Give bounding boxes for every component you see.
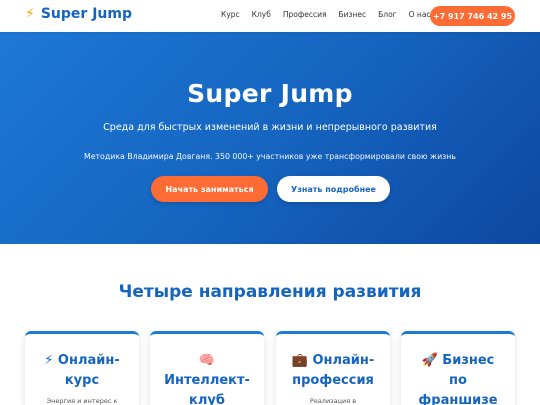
card-title: 🚀 Бизнес по франшизе	[418, 353, 498, 405]
nav-item-business[interactable]: Бизнес	[339, 10, 367, 19]
card-title: 🧠 Интеллект-клуб	[164, 353, 250, 405]
card-online-course[interactable]: ⚡ Онлайн-курс Энергия и интерес к	[25, 331, 139, 405]
hero-title: Super Jump	[187, 79, 353, 108]
card-text: Энергия и интерес к	[46, 397, 118, 405]
hero-description: Методика Владимира Довганя. 350 000+ уча…	[83, 152, 456, 161]
phone-button[interactable]: +7 917 746 42 95	[430, 6, 515, 26]
nav-item-about[interactable]: О нас	[409, 10, 431, 19]
card-title: ⚡ Онлайн-курс	[44, 353, 120, 388]
card-franchise-business[interactable]: 🚀 Бизнес по франшизе	[401, 331, 515, 405]
nav-item-profession[interactable]: Профессия	[283, 10, 327, 19]
lightning-icon: ⚡	[25, 6, 35, 22]
card-text: Реализация в	[309, 397, 357, 405]
hero-subtitle: Среда для быстрых изменений в жизни и не…	[103, 122, 437, 133]
nav-item-blog[interactable]: Блог	[378, 10, 396, 19]
card-intellect-club[interactable]: 🧠 Интеллект-клуб	[150, 331, 264, 405]
logo-text: Super Jump	[40, 6, 132, 22]
hero-section: Super Jump Среда для быстрых изменений в…	[0, 32, 540, 244]
nav-item-club[interactable]: Клуб	[252, 10, 271, 19]
nav-item-course[interactable]: Курс	[221, 10, 240, 19]
main-nav: Курс Клуб Профессия Бизнес Блог О нас	[221, 10, 443, 19]
directions-title: Четыре направления развития	[118, 282, 422, 302]
start-button[interactable]: Начать заниматься	[151, 176, 268, 202]
logo[interactable]: ⚡ Super Jump	[25, 6, 132, 22]
learn-more-button[interactable]: Узнать подробнее	[277, 176, 390, 202]
card-title: 💼 Онлайн-профессия	[291, 353, 375, 388]
card-online-profession[interactable]: 💼 Онлайн-профессия Реализация в	[276, 331, 390, 405]
site-header: ⚡ Super Jump Курс Клуб Профессия Бизнес …	[0, 0, 540, 32]
